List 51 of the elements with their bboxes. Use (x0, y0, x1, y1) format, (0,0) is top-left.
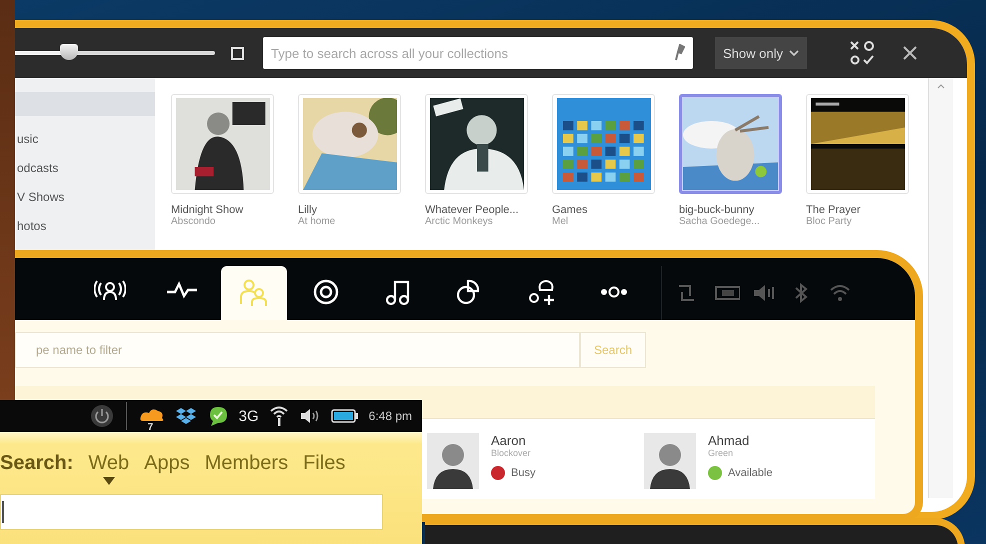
notification-count: 7 (148, 422, 154, 433)
sidebar-item[interactable]: odcasts (15, 155, 155, 184)
filter-field[interactable]: pe name to filter (15, 332, 580, 368)
sidebar-item[interactable]: usic (15, 126, 155, 155)
people-icon (238, 278, 270, 308)
search-scope-tab[interactable]: Web (88, 452, 130, 485)
show-only-dropdown[interactable]: Show only (715, 37, 807, 69)
scroll-up-icon (937, 84, 945, 89)
search-scope-tab[interactable]: Files (303, 452, 346, 475)
view-toggle-icon[interactable] (848, 40, 875, 66)
contact-subtitle: Green (708, 448, 734, 458)
search-field[interactable]: Type to search across all your collections (263, 37, 693, 69)
sidebar-item[interactable]: hotos (15, 213, 155, 242)
album-artist: Arctic Monkeys (425, 216, 494, 227)
microphone-icon (673, 44, 685, 62)
search-scope-tab[interactable]: Members (204, 452, 288, 475)
contact-subtitle: Blockover (491, 448, 532, 458)
album-title: Lilly (298, 204, 318, 216)
status-label: Available (728, 467, 772, 479)
album-title: The Prayer (806, 204, 862, 216)
album-artist: Mel (552, 216, 570, 227)
wifi-icon (268, 405, 289, 427)
checkbox[interactable] (231, 46, 244, 60)
slider-thumb[interactable] (60, 44, 78, 60)
battery-icon (330, 408, 359, 424)
album-artist: Abscondo (171, 216, 216, 227)
contact-name: Aaron (491, 433, 527, 448)
power-icon (90, 404, 114, 428)
box-stack-icon (174, 406, 197, 426)
sidebar-item[interactable]: V Shows (15, 184, 155, 213)
search-input[interactable] (0, 494, 383, 530)
search-label: Search: (0, 452, 74, 475)
contact-name: Ahmad (708, 433, 750, 448)
chevron-icon (788, 50, 799, 56)
avatar (427, 433, 479, 489)
speaker-icon (298, 407, 321, 425)
scrollbar[interactable] (928, 78, 953, 498)
search-scope-tab[interactable]: Apps (144, 452, 190, 475)
avatar (644, 433, 696, 489)
album-artist: Bloc Party (806, 216, 853, 227)
album-title: Whatever People... (425, 204, 520, 216)
zoom-slider[interactable] (15, 44, 215, 62)
network-label: 3G (238, 408, 259, 424)
album-title: Games (552, 204, 588, 216)
album-title: big-buck-bunny (679, 204, 756, 216)
album-title: Midnight Show (171, 204, 244, 216)
clock: 6:48 pm (368, 409, 412, 423)
album-artist: At home (298, 216, 336, 227)
close-icon[interactable] (902, 46, 917, 60)
status-label: Busy (511, 467, 536, 479)
album-artist: Sacha Goedege... (679, 216, 761, 227)
